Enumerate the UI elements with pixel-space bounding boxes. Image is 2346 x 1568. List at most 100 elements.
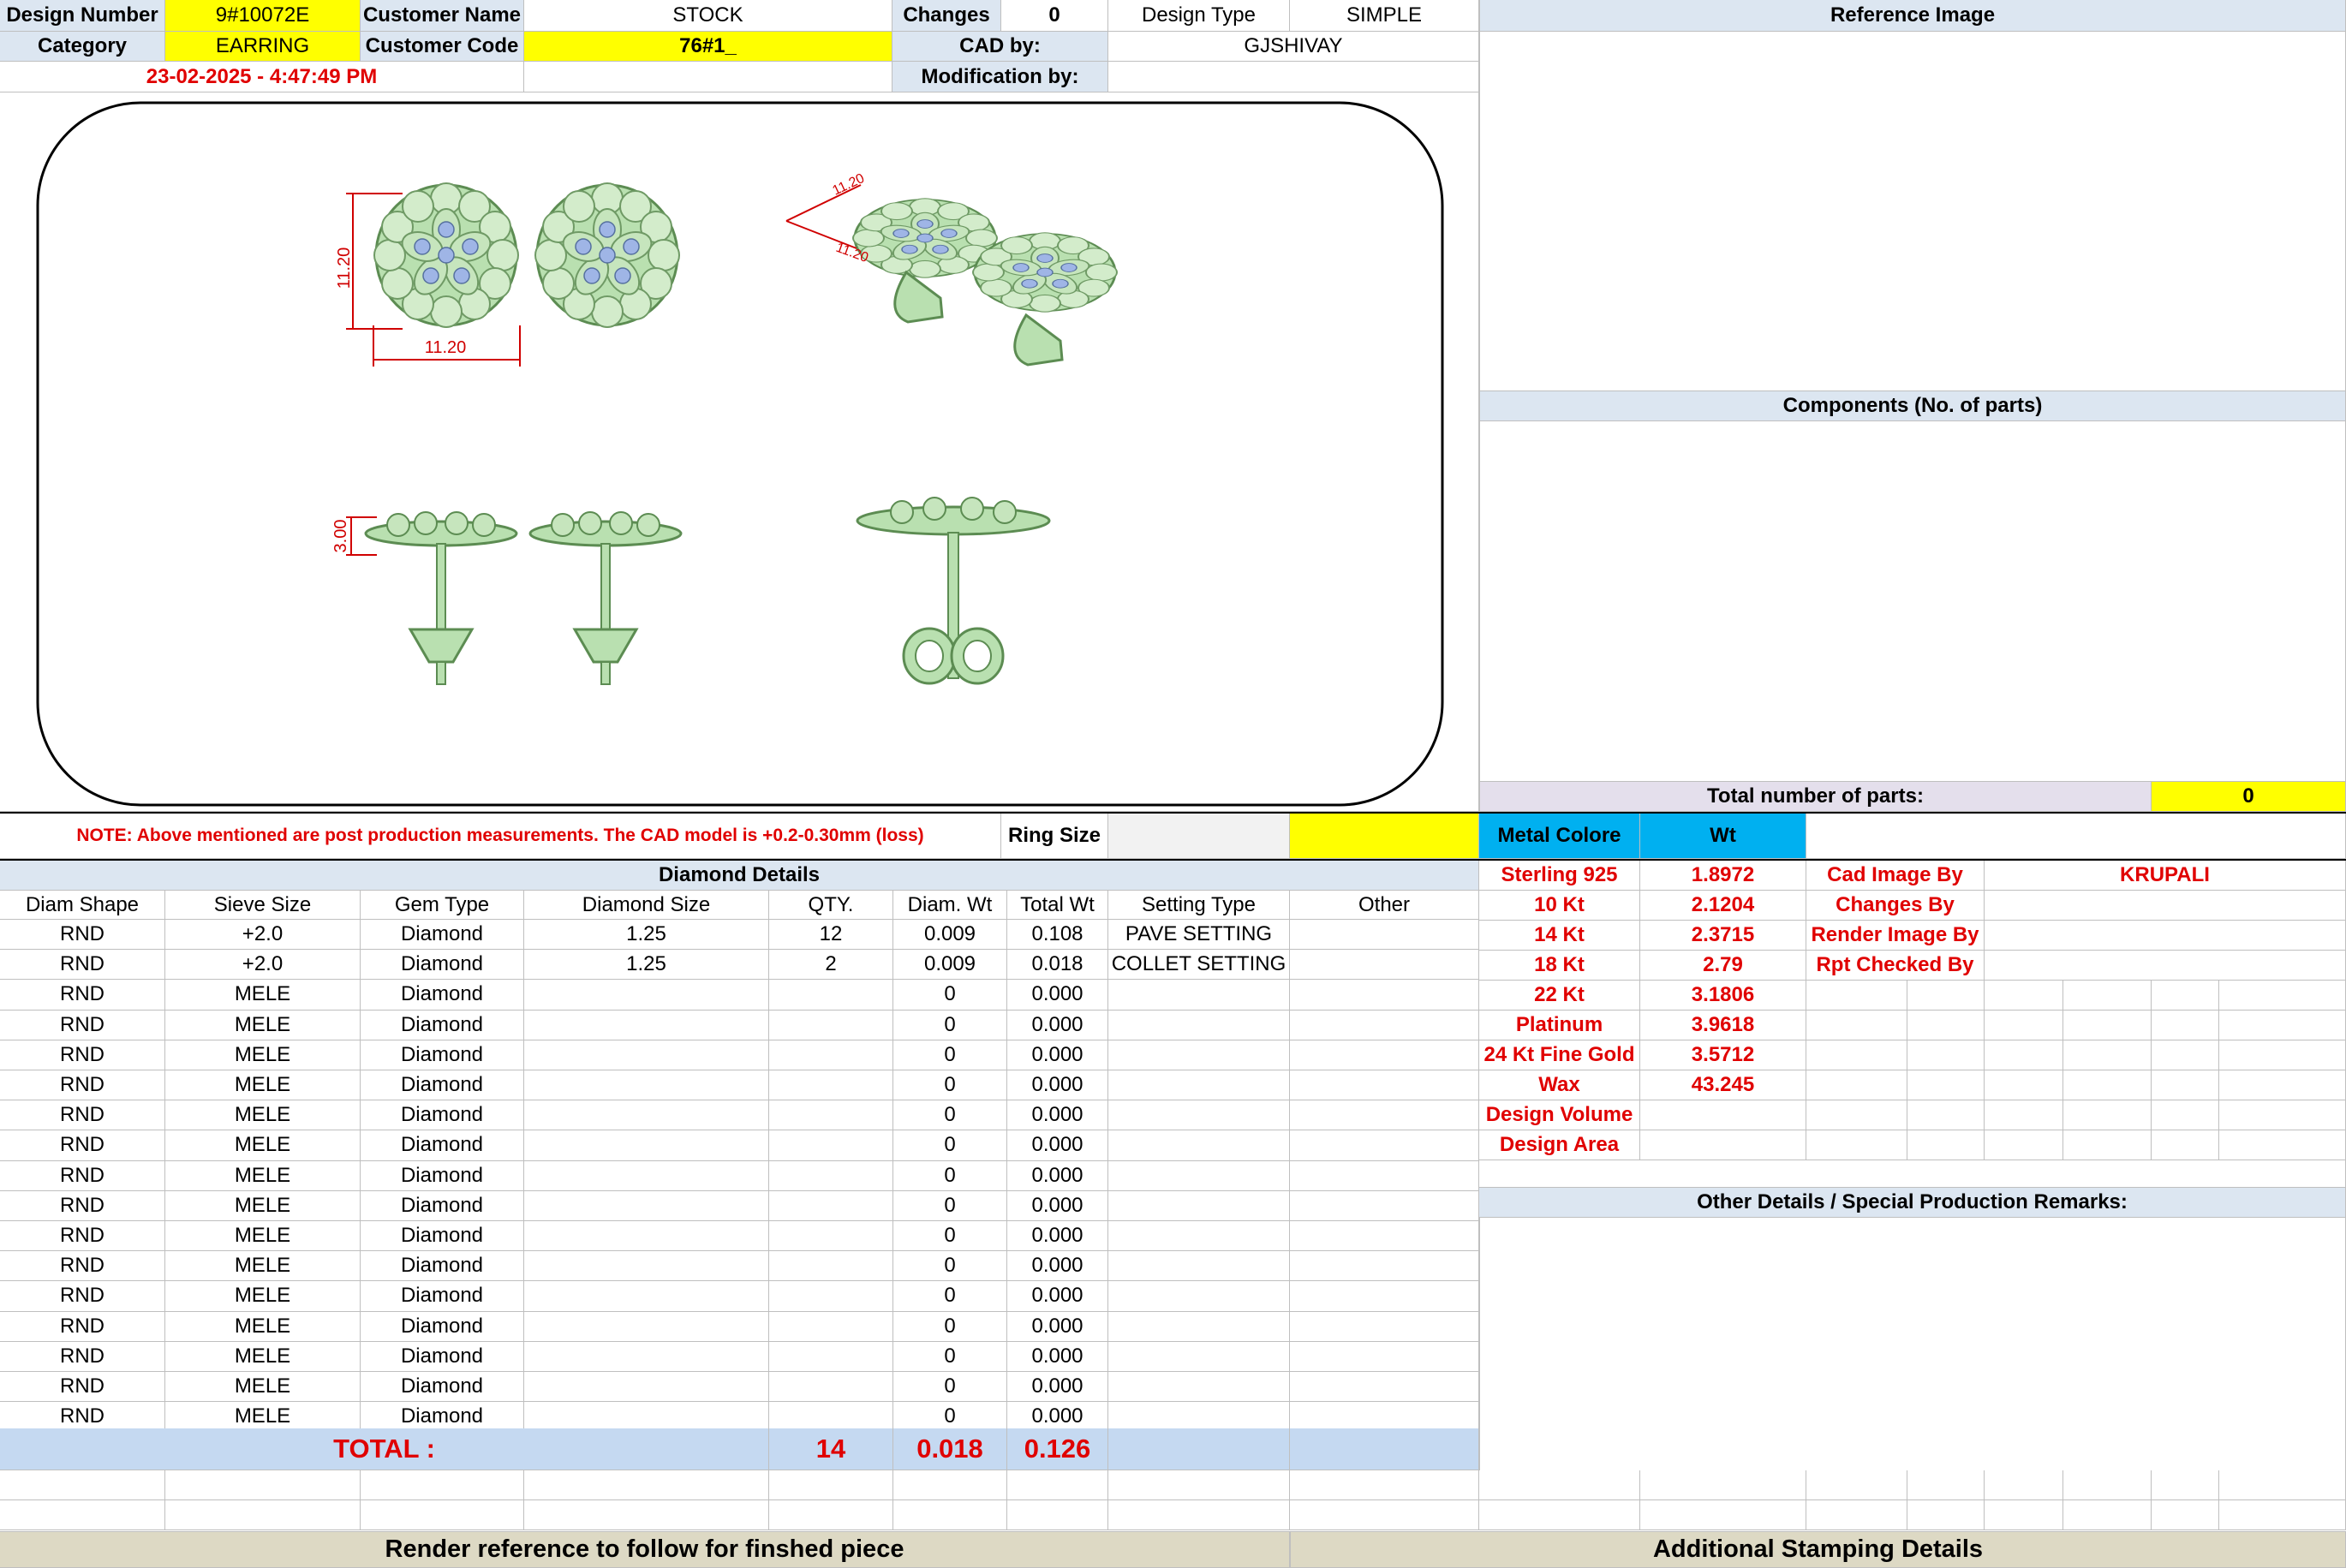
diamond-cell-gem-type[interactable]: Diamond (361, 1251, 524, 1282)
diamond-cell-qty[interactable] (769, 1010, 893, 1040)
diamond-cell-gem-type[interactable]: Diamond (361, 1311, 524, 1342)
metal-weight[interactable]: 2.1204 (1640, 891, 1806, 921)
grid-cell[interactable] (893, 1470, 1007, 1500)
grid-cell[interactable] (1007, 1500, 1108, 1530)
grid-cell[interactable] (165, 1500, 361, 1530)
diamond-cell-diam-wt[interactable]: 0 (893, 1221, 1007, 1252)
diamond-cell-qty[interactable] (769, 1190, 893, 1221)
diamond-cell-sieve-size[interactable]: MELE (165, 1341, 361, 1372)
grid-cell[interactable] (1806, 1011, 1907, 1040)
diamond-cell-setting-type[interactable]: COLLET SETTING (1108, 950, 1290, 981)
grid-cell[interactable] (1985, 1040, 2063, 1070)
diamond-cell-qty[interactable] (769, 1251, 893, 1282)
diamond-cell-total-wt[interactable]: 0.000 (1007, 1100, 1108, 1131)
grid-cell[interactable] (769, 1470, 893, 1500)
grid-cell[interactable] (2219, 1040, 2346, 1070)
grid-cell[interactable] (2152, 1470, 2219, 1500)
design-type-value[interactable]: SIMPLE (1290, 0, 1479, 32)
grid-cell[interactable] (2219, 1070, 2346, 1100)
diamond-cell-diamond-size[interactable] (524, 1160, 769, 1191)
diamond-cell-qty[interactable]: 12 (769, 920, 893, 951)
credit-value[interactable] (1985, 891, 2346, 921)
grid-cell[interactable] (1108, 1500, 1290, 1530)
diamond-cell-sieve-size[interactable]: MELE (165, 1311, 361, 1342)
grid-cell[interactable] (2152, 1500, 2219, 1530)
grid-cell[interactable] (1806, 1470, 1907, 1500)
grid-cell[interactable] (2152, 1100, 2219, 1130)
diamond-cell-qty[interactable] (769, 1372, 893, 1403)
cad-by-value[interactable]: GJSHIVAY (1108, 32, 1479, 62)
diamond-cell-sieve-size[interactable]: MELE (165, 1100, 361, 1131)
total-parts-value[interactable]: 0 (2152, 781, 2346, 812)
diamond-cell-qty[interactable] (769, 1130, 893, 1161)
diamond-cell-diam-wt[interactable]: 0 (893, 980, 1007, 1011)
diamond-cell-diam-shape[interactable]: RND (0, 1251, 165, 1282)
diamond-cell-sieve-size[interactable]: MELE (165, 1190, 361, 1221)
diamond-cell-setting-type[interactable] (1108, 1341, 1290, 1372)
diamond-cell-other[interactable] (1290, 1160, 1479, 1191)
diamond-cell-sieve-size[interactable]: MELE (165, 1372, 361, 1403)
grid-cell[interactable] (524, 1470, 769, 1500)
diamond-cell-gem-type[interactable]: Diamond (361, 1100, 524, 1131)
diamond-cell-diam-wt[interactable]: 0.009 (893, 920, 1007, 951)
diamond-cell-diam-wt[interactable]: 0 (893, 1130, 1007, 1161)
diamond-cell-other[interactable] (1290, 950, 1479, 981)
diamond-cell-qty[interactable] (769, 1311, 893, 1342)
diamond-cell-qty[interactable] (769, 1281, 893, 1312)
diamond-cell-setting-type[interactable] (1108, 1160, 1290, 1191)
diamond-cell-diam-shape[interactable]: RND (0, 1221, 165, 1252)
diamond-cell-diam-shape[interactable]: RND (0, 1010, 165, 1040)
grid-cell[interactable] (1806, 1130, 1907, 1160)
diamond-cell-diam-wt[interactable]: 0 (893, 1341, 1007, 1372)
diamond-cell-gem-type[interactable]: Diamond (361, 920, 524, 951)
diamond-cell-qty[interactable] (769, 1100, 893, 1131)
grid-cell[interactable] (2063, 981, 2152, 1011)
diamond-cell-gem-type[interactable]: Diamond (361, 1070, 524, 1101)
diamond-cell-diamond-size[interactable] (524, 1190, 769, 1221)
diamond-cell-sieve-size[interactable]: MELE (165, 1070, 361, 1101)
grid-cell[interactable] (2063, 1470, 2152, 1500)
grid-cell[interactable] (2152, 1040, 2219, 1070)
diamond-cell-total-wt[interactable]: 0.000 (1007, 1221, 1108, 1252)
grid-cell[interactable] (0, 1500, 165, 1530)
grid-cell[interactable] (2063, 1100, 2152, 1130)
diamond-cell-sieve-size[interactable]: MELE (165, 1010, 361, 1040)
diamond-cell-diamond-size[interactable] (524, 1281, 769, 1312)
diamond-cell-diam-shape[interactable]: RND (0, 980, 165, 1011)
diamond-cell-sieve-size[interactable]: +2.0 (165, 920, 361, 951)
grid-cell[interactable] (893, 1500, 1007, 1530)
diamond-cell-gem-type[interactable]: Diamond (361, 1281, 524, 1312)
diamond-cell-setting-type[interactable] (1108, 1070, 1290, 1101)
diamond-cell-total-wt[interactable]: 0.000 (1007, 1311, 1108, 1342)
grid-cell[interactable] (1985, 1130, 2063, 1160)
grid-cell[interactable] (1806, 981, 1907, 1011)
credit-value[interactable]: KRUPALI (1985, 861, 2346, 891)
metal-weight[interactable]: 1.8972 (1640, 861, 1806, 891)
diamond-cell-setting-type[interactable] (1108, 1130, 1290, 1161)
diamond-cell-qty[interactable] (769, 1070, 893, 1101)
grid-cell[interactable] (1806, 1500, 1907, 1530)
diamond-cell-setting-type[interactable] (1108, 1311, 1290, 1342)
diamond-cell-other[interactable] (1290, 920, 1479, 951)
grid-cell[interactable] (1290, 1500, 1479, 1530)
diamond-cell-diamond-size[interactable] (524, 1010, 769, 1040)
metal-weight[interactable]: 3.5712 (1640, 1040, 1806, 1070)
grid-cell[interactable] (2152, 1011, 2219, 1040)
diamond-cell-other[interactable] (1290, 1040, 1479, 1070)
grid-cell[interactable] (1985, 1500, 2063, 1530)
diamond-cell-diamond-size[interactable] (524, 1221, 769, 1252)
diamond-cell-other[interactable] (1290, 980, 1479, 1011)
grid-cell[interactable] (1479, 1500, 1640, 1530)
diamond-cell-diam-shape[interactable]: RND (0, 1100, 165, 1131)
diamond-cell-diam-wt[interactable]: 0 (893, 1311, 1007, 1342)
grid-cell[interactable] (1108, 1470, 1290, 1500)
diamond-cell-setting-type[interactable] (1108, 1100, 1290, 1131)
diamond-cell-other[interactable] (1290, 1190, 1479, 1221)
diamond-cell-total-wt[interactable]: 0.000 (1007, 1130, 1108, 1161)
grid-cell[interactable] (165, 1470, 361, 1500)
grid-cell[interactable] (2152, 981, 2219, 1011)
diamond-cell-diam-wt[interactable]: 0 (893, 1160, 1007, 1191)
diamond-cell-diam-wt[interactable]: 0 (893, 1040, 1007, 1070)
credit-value[interactable] (1985, 921, 2346, 951)
grid-cell[interactable] (1985, 1070, 2063, 1100)
